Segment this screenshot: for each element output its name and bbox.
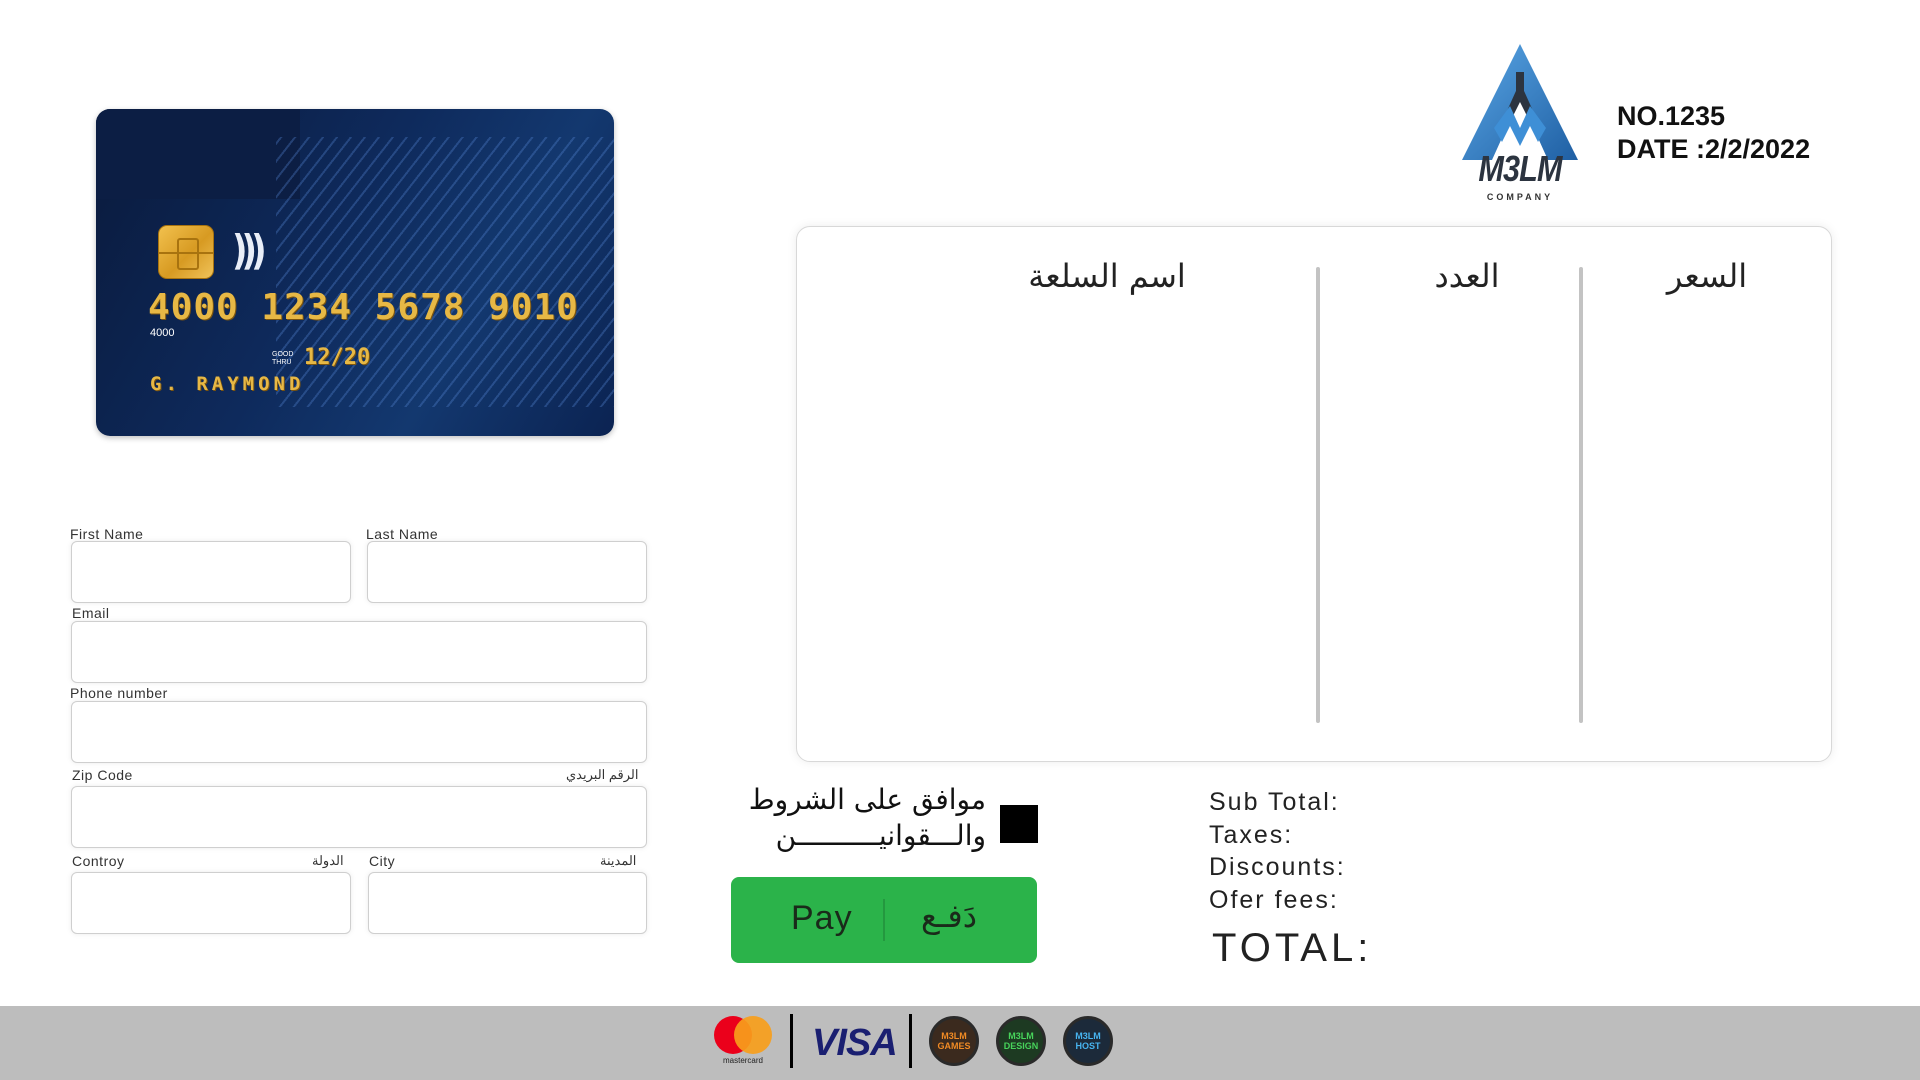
last-name-field[interactable] bbox=[367, 541, 647, 603]
logo-wordmark: M3LM bbox=[1478, 148, 1562, 189]
contactless-icon: ))) bbox=[232, 227, 267, 275]
credit-card-preview: ))) 4000 1234 5678 9010 4000 GOOD THRU 1… bbox=[96, 109, 614, 436]
country-field[interactable] bbox=[71, 872, 351, 934]
pay-label-ar: دَفـع bbox=[921, 897, 977, 935]
logo-company-text: COMPANY bbox=[1486, 192, 1554, 202]
m3lm-design-badge-icon: M3LM DESIGN bbox=[996, 1016, 1046, 1066]
m3lm-logo: M3LM COMPANY bbox=[1458, 42, 1582, 208]
column-header-price: السعر bbox=[1666, 257, 1748, 295]
sub-total-label: Sub Total: bbox=[1209, 788, 1340, 816]
chip-icon bbox=[158, 225, 214, 279]
mastercard-icon: mastercard bbox=[712, 1016, 774, 1068]
zip-label-ar: الرقم البريدي bbox=[566, 767, 639, 782]
terms-checkbox[interactable] bbox=[1000, 805, 1038, 843]
phone-field[interactable] bbox=[71, 701, 647, 763]
visa-icon: VISA bbox=[812, 1022, 898, 1064]
footer-divider bbox=[790, 1014, 793, 1068]
city-label-ar: المدينة bbox=[600, 853, 637, 868]
column-header-item-name: اسم السلعة bbox=[1028, 257, 1186, 295]
country-label: Controy bbox=[72, 853, 125, 869]
total-label: TOTAL: bbox=[1212, 926, 1373, 970]
terms-agreement-label: موافق على الشروط والـــقوانيــــــــــن bbox=[748, 783, 986, 852]
mastercard-text: mastercard bbox=[722, 1056, 763, 1065]
card-holder-name: G. RAYMOND bbox=[150, 373, 305, 395]
pay-label-en: Pay bbox=[791, 899, 853, 937]
taxes-label: Taxes: bbox=[1209, 821, 1294, 849]
zip-code-field[interactable] bbox=[71, 786, 647, 848]
invoice-date: DATE :2/2/2022 bbox=[1617, 134, 1811, 164]
zip-label: Zip Code bbox=[72, 767, 133, 783]
first-name-field[interactable] bbox=[71, 541, 351, 603]
city-field[interactable] bbox=[368, 872, 647, 934]
pay-separator bbox=[883, 899, 885, 941]
discounts-label: Discounts: bbox=[1209, 853, 1346, 881]
card-dark-block bbox=[96, 109, 300, 199]
m3lm-games-badge-icon: M3LM GAMES bbox=[929, 1016, 979, 1066]
footer-divider bbox=[909, 1014, 912, 1068]
column-header-quantity: العدد bbox=[1434, 257, 1500, 295]
first-name-label: First Name bbox=[70, 526, 144, 542]
pay-button[interactable]: Pay دَفـع bbox=[731, 877, 1037, 963]
email-label: Email bbox=[72, 605, 110, 621]
city-label: City bbox=[369, 853, 396, 869]
m3lm-host-badge-icon: M3LM HOST bbox=[1063, 1016, 1113, 1066]
column-divider bbox=[1579, 267, 1583, 723]
email-field[interactable] bbox=[71, 621, 647, 683]
offer-fees-label: Ofer fees: bbox=[1209, 886, 1339, 914]
phone-label: Phone number bbox=[70, 685, 168, 701]
invoice-number: NO.1235 bbox=[1617, 101, 1726, 131]
card-number: 4000 1234 5678 9010 bbox=[148, 287, 579, 328]
country-label-ar: الدولة bbox=[312, 853, 344, 868]
items-table: اسم السلعة العدد السعر bbox=[796, 226, 1832, 762]
card-good-thru-label: GOOD THRU bbox=[272, 351, 294, 366]
column-divider bbox=[1316, 267, 1320, 723]
card-expiry: 12/20 bbox=[304, 345, 371, 370]
mastercard-yellow-circle bbox=[734, 1016, 772, 1054]
last-name-label: Last Name bbox=[366, 526, 439, 542]
card-number-small: 4000 bbox=[150, 327, 175, 339]
